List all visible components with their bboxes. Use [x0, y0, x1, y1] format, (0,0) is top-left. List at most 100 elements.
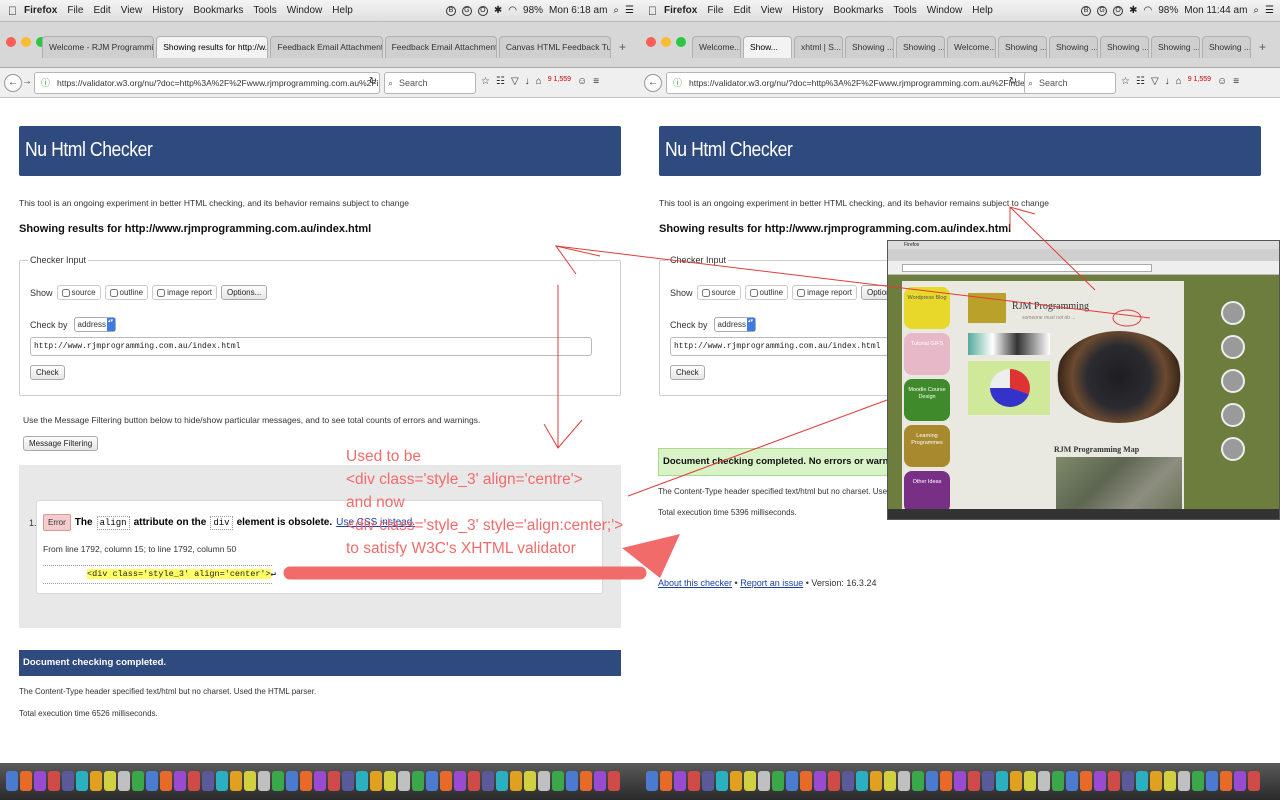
about-checker-link[interactable]: About this checker [658, 578, 732, 588]
url-bar[interactable]: ⓘ https://validator.w3.org/nu/?doc=http%… [34, 72, 380, 94]
notification-icon[interactable]: ☰ [625, 5, 634, 16]
spotlight-icon[interactable]: ⌕ [1253, 5, 1259, 16]
check-by-select[interactable]: address [713, 317, 756, 332]
checkbox-input[interactable] [797, 288, 806, 297]
message-filtering-button[interactable]: Message Filtering [23, 436, 99, 451]
minimize-window-button[interactable] [661, 37, 671, 47]
menu-file[interactable]: File [67, 5, 83, 16]
dock-app-icon[interactable] [1150, 771, 1162, 791]
clock[interactable]: Mon 6:18 am [549, 5, 607, 16]
dock-app-icon[interactable] [384, 771, 396, 791]
menu-view[interactable]: View [761, 5, 783, 16]
dock-app-icon[interactable] [20, 771, 32, 791]
menu-hamburger-icon[interactable]: ≡ [1233, 76, 1239, 87]
menu-window[interactable]: Window [287, 5, 323, 16]
dock-app-icon[interactable] [132, 771, 144, 791]
dock-app-icon[interactable] [286, 771, 298, 791]
checkbox-input[interactable] [749, 288, 758, 297]
tab-right-7[interactable]: Showing ... [1049, 36, 1098, 58]
menu-edit[interactable]: Edit [733, 5, 750, 16]
dock-app-icon[interactable] [800, 771, 812, 791]
tab-right-2[interactable]: xhtml | S... [794, 36, 843, 58]
dock-app-icon[interactable] [580, 771, 592, 791]
menu-file[interactable]: File [707, 5, 723, 16]
home-icon[interactable]: ⌂ [1176, 76, 1182, 87]
status-app-icon[interactable]: O [1113, 5, 1124, 16]
menu-tools[interactable]: Tools [253, 5, 276, 16]
reload-icon[interactable]: ↻ [364, 74, 382, 92]
menu-help[interactable]: Help [972, 5, 993, 16]
reading-list-icon[interactable]: ☷ [1136, 76, 1145, 87]
dock-app-icon[interactable] [398, 771, 410, 791]
wifi-icon[interactable]: ◠ [508, 5, 517, 16]
dock-app-icon[interactable] [1024, 771, 1036, 791]
status-app-icon[interactable]: B [445, 5, 456, 16]
outline-checkbox[interactable]: outline [104, 285, 149, 300]
apple-icon[interactable]:  [648, 4, 657, 18]
dock-app-icon[interactable] [146, 771, 158, 791]
tab-showing-results[interactable]: Showing results for http://w...× [156, 36, 269, 58]
zoom-window-button[interactable] [676, 37, 686, 47]
dock-app-icon[interactable] [202, 771, 214, 791]
dock-app-icon[interactable] [76, 771, 88, 791]
menu-history[interactable]: History [152, 5, 183, 16]
tab-right-5[interactable]: Welcome... [947, 36, 996, 58]
dock-app-icon[interactable] [1038, 771, 1050, 791]
back-button[interactable]: ← [644, 74, 662, 92]
tab-canvas[interactable]: Canvas HTML Feedback Tu...× [498, 36, 612, 58]
dock-app-icon[interactable] [1178, 771, 1190, 791]
dock-app-icon[interactable] [1164, 771, 1176, 791]
menu-edit[interactable]: Edit [93, 5, 110, 16]
dock-app-icon[interactable] [856, 771, 868, 791]
dock-app-icon[interactable] [608, 771, 620, 791]
dock-app-icon[interactable] [90, 771, 102, 791]
new-tab-button[interactable]: + [1253, 40, 1272, 58]
wifi-icon[interactable]: ◠ [1143, 5, 1152, 16]
dock-app-icon[interactable] [814, 771, 826, 791]
dock-app-icon[interactable] [1234, 771, 1246, 791]
menu-bookmarks[interactable]: Bookmarks [833, 5, 883, 16]
check-by-select[interactable]: address [73, 317, 116, 332]
dock-app-icon[interactable] [786, 771, 798, 791]
dock-app-icon[interactable] [688, 771, 700, 791]
dock-app-icon[interactable] [440, 771, 452, 791]
tab-feedback-2[interactable]: Feedback Email Attachment...× [384, 36, 497, 58]
tab-welcome[interactable]: Welcome - RJM Programmi...× [42, 36, 155, 58]
dock-app-icon[interactable] [1052, 771, 1064, 791]
url-bar[interactable]: ⓘ https://validator.w3.org/nu/?doc=http%… [666, 72, 1030, 94]
options-button[interactable]: Options... [221, 285, 268, 300]
dock-app-icon[interactable] [34, 771, 46, 791]
dock-app-icon[interactable] [230, 771, 242, 791]
tab-right-4[interactable]: Showing ... [896, 36, 945, 58]
dock-app-icon[interactable] [870, 771, 882, 791]
dock-app-icon[interactable] [496, 771, 508, 791]
dock-app-icon[interactable] [174, 771, 186, 791]
dock-app-icon[interactable] [646, 771, 658, 791]
battery-percent[interactable]: 98% [1158, 5, 1178, 16]
dock-app-icon[interactable] [566, 771, 578, 791]
report-issue-link[interactable]: Report an issue [740, 578, 803, 588]
dock-app-icon[interactable] [674, 771, 686, 791]
check-button[interactable]: Check [670, 365, 705, 380]
sync-icon[interactable]: ☺ [1217, 76, 1227, 87]
dock-app-icon[interactable] [552, 771, 564, 791]
notification-icon[interactable]: ☰ [1265, 5, 1274, 16]
dock-app-icon[interactable] [1220, 771, 1232, 791]
dock-app-icon[interactable] [828, 771, 840, 791]
menu-app[interactable]: Firefox [664, 5, 697, 16]
dock-app-icon[interactable] [772, 771, 784, 791]
search-input[interactable]: Search [384, 72, 476, 94]
dock-app-icon[interactable] [940, 771, 952, 791]
dock-app-icon[interactable] [1094, 771, 1106, 791]
dock-app-icon[interactable] [370, 771, 382, 791]
dock-app-icon[interactable] [1248, 771, 1260, 791]
dock-app-icon[interactable] [1136, 771, 1148, 791]
addon-badge[interactable]: 9 1,559 [548, 76, 571, 87]
dock-app-icon[interactable] [1010, 771, 1022, 791]
dock-app-icon[interactable] [510, 771, 522, 791]
dock-app-icon[interactable] [702, 771, 714, 791]
dock-app-icon[interactable] [524, 771, 536, 791]
dock-app-icon[interactable] [996, 771, 1008, 791]
tab-right-3[interactable]: Showing ... [845, 36, 894, 58]
source-checkbox[interactable]: source [56, 285, 101, 300]
